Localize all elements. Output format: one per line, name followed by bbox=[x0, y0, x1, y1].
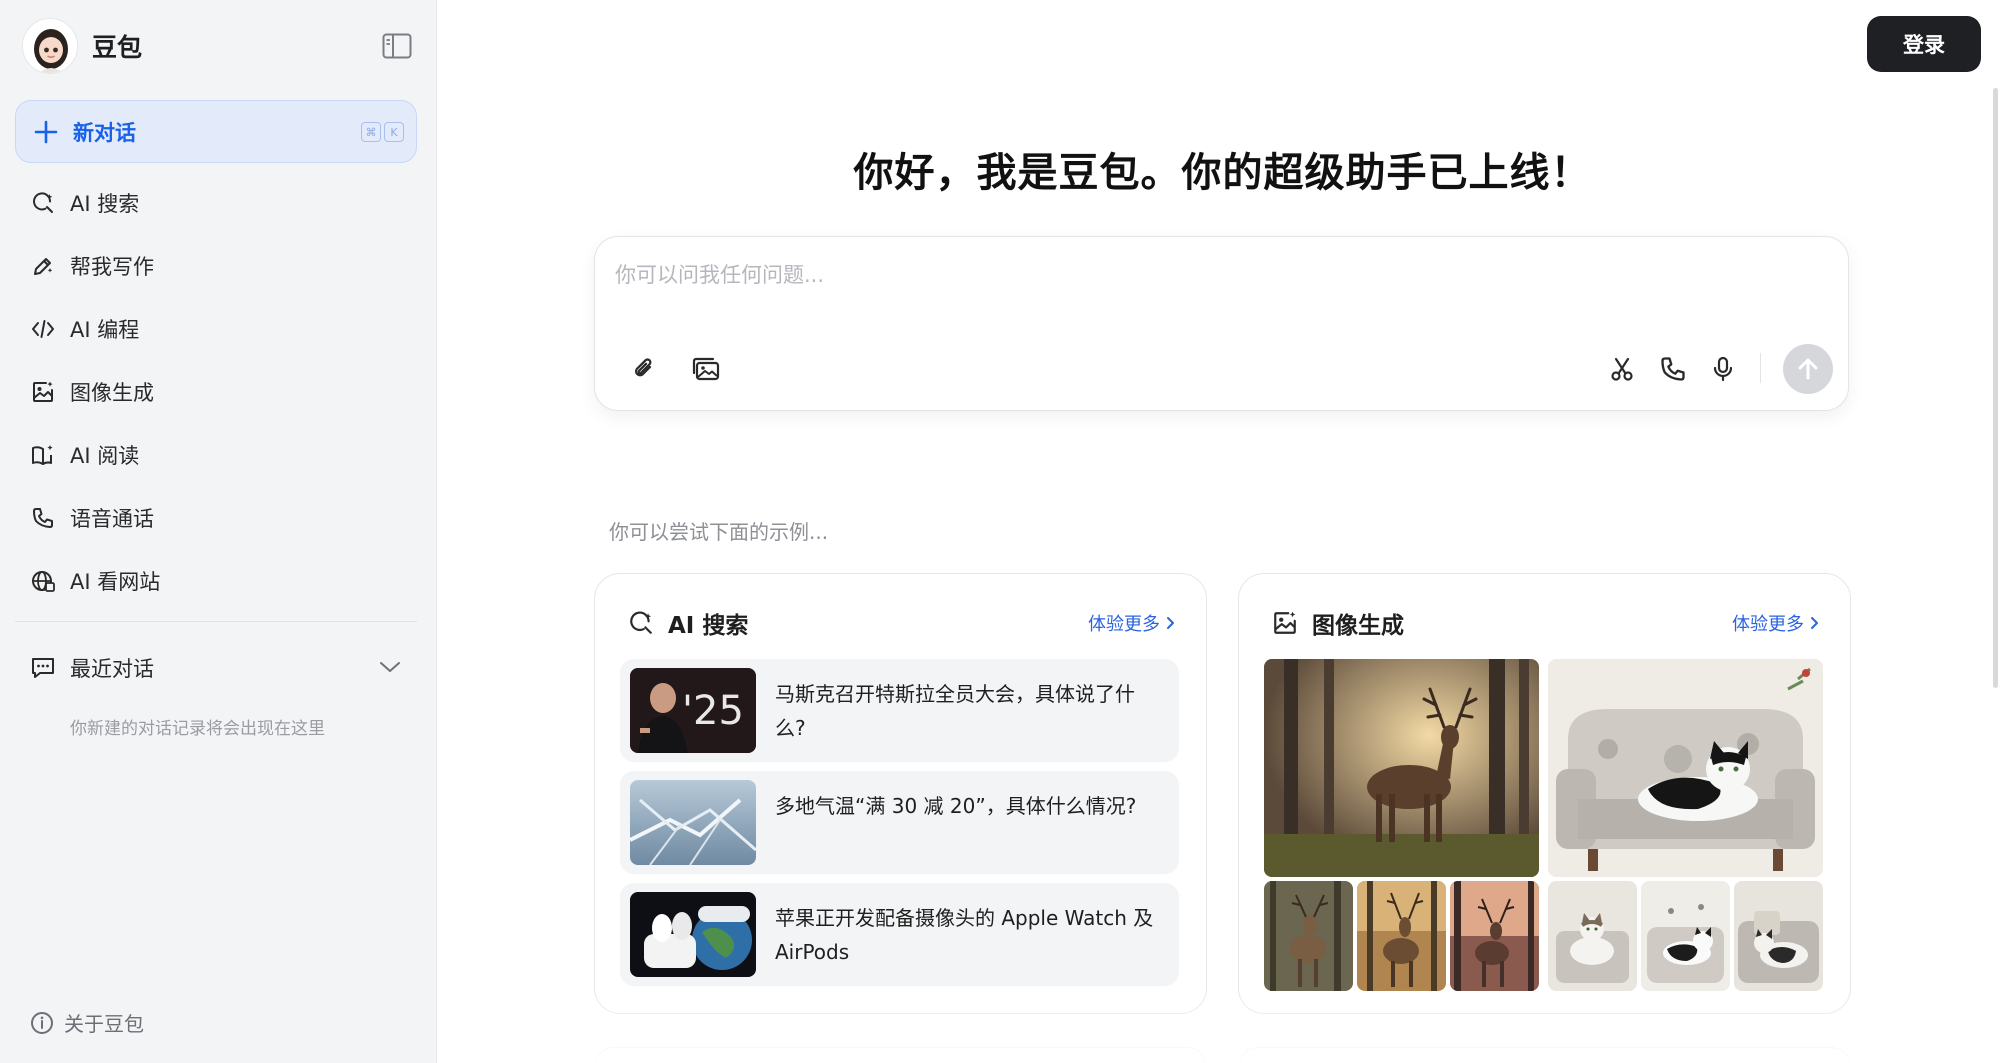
sidebar-item-coding[interactable]: AI 编程 bbox=[15, 297, 417, 360]
example-question-text: 苹果正开发配备摄像头的 Apple Watch 及 AirPods bbox=[775, 906, 1154, 964]
chat-composer bbox=[594, 236, 1849, 411]
microphone-icon[interactable] bbox=[1706, 352, 1740, 386]
generated-image-deer[interactable] bbox=[1264, 659, 1539, 877]
recent-chats-empty-text: 你新建的对话记录将会出现在这里 bbox=[70, 719, 325, 739]
new-chat-label: 新对话 bbox=[73, 120, 136, 145]
plus-icon bbox=[34, 120, 58, 143]
arrow-up-icon bbox=[1798, 358, 1818, 380]
sidebar-divider bbox=[15, 621, 417, 622]
recent-chats-label: 最近对话 bbox=[70, 656, 154, 681]
chevron-down-icon bbox=[380, 662, 400, 672]
generated-image-cat-variant[interactable] bbox=[1641, 881, 1730, 991]
example-question[interactable]: 苹果正开发配备摄像头的 Apple Watch 及 AirPods bbox=[620, 883, 1179, 986]
scissors-icon[interactable] bbox=[1605, 352, 1639, 386]
info-icon bbox=[31, 1011, 53, 1034]
try-more-link[interactable]: 体验更多 bbox=[1088, 610, 1176, 636]
attach-file-icon[interactable] bbox=[627, 352, 661, 386]
try-more-label: 体验更多 bbox=[1732, 614, 1804, 635]
sidebar-item-label: AI 编程 bbox=[70, 317, 140, 342]
ai-search-icon bbox=[630, 611, 652, 634]
image-gen-icon bbox=[1274, 611, 1296, 634]
examples-hint: 你可以尝试下面的示例... bbox=[609, 520, 829, 544]
page-title: 你好，我是豆包。你的超级助手已上线！ bbox=[853, 150, 1592, 196]
example-question[interactable]: 多地气温“满 30 减 20”，具体什么情况? bbox=[620, 771, 1179, 874]
reading-book-icon bbox=[30, 442, 56, 468]
example-question-text: 多地气温“满 30 减 20”，具体什么情况? bbox=[775, 794, 1137, 818]
new-chat-button[interactable]: 新对话 ⌘ K bbox=[15, 100, 417, 163]
generated-image-deer-variant[interactable] bbox=[1450, 881, 1539, 991]
brand-name: 豆包 bbox=[92, 33, 143, 62]
sidebar: 豆包 新对话 ⌘ K AI 搜索 帮我写作 AI 编程 图像生成 AI 阅读 语… bbox=[0, 0, 437, 1063]
sidebar-item-label: 帮我写作 bbox=[70, 254, 154, 279]
voice-call-icon[interactable] bbox=[1656, 352, 1690, 386]
sidebar-item-writing[interactable]: 帮我写作 bbox=[15, 234, 417, 297]
sidebar-item-label: AI 搜索 bbox=[70, 191, 140, 216]
generated-image-cat-variant[interactable] bbox=[1548, 881, 1637, 991]
news-thumbnail bbox=[630, 892, 756, 977]
shortcut-key: K bbox=[384, 122, 404, 142]
sidebar-item-label: AI 看网站 bbox=[70, 569, 161, 594]
chevron-right-icon bbox=[1167, 617, 1174, 629]
scrollbar[interactable] bbox=[1993, 88, 1998, 688]
sidebar-nav: AI 搜索 帮我写作 AI 编程 图像生成 AI 阅读 语音通话 AI 看网站 bbox=[15, 171, 417, 612]
chat-bubble-icon bbox=[32, 657, 54, 678]
writing-pen-icon bbox=[30, 253, 56, 279]
news-thumbnail: '25 bbox=[630, 668, 756, 753]
example-question[interactable]: '25 马斯克召开特斯拉全员大会，具体说了什么? bbox=[620, 659, 1179, 762]
generated-image-deer-variant[interactable] bbox=[1357, 881, 1446, 991]
login-button[interactable]: 登录 bbox=[1867, 16, 1981, 72]
sidebar-item-ai-search[interactable]: AI 搜索 bbox=[15, 171, 417, 234]
news-thumbnail bbox=[630, 780, 756, 865]
send-button[interactable] bbox=[1783, 344, 1833, 394]
card-header: AI 搜索 bbox=[628, 606, 748, 640]
image-upload-icon[interactable] bbox=[689, 352, 723, 386]
brand[interactable]: 豆包 bbox=[22, 18, 142, 74]
sidebar-item-reading[interactable]: AI 阅读 bbox=[15, 423, 417, 486]
doubao-avatar bbox=[22, 18, 78, 74]
sidebar-item-label: AI 阅读 bbox=[70, 443, 140, 468]
phone-icon bbox=[30, 505, 56, 531]
example-card-peek bbox=[594, 1047, 1207, 1063]
card-title: AI 搜索 bbox=[668, 613, 749, 639]
thumb-overlay-text: '25 bbox=[682, 688, 744, 734]
sidebar-item-label: 图像生成 bbox=[70, 380, 154, 405]
generated-image-cat[interactable] bbox=[1548, 659, 1823, 877]
shortcut-key: ⌘ bbox=[361, 122, 381, 142]
code-icon bbox=[30, 316, 56, 342]
recent-chats-toggle[interactable]: 最近对话 bbox=[15, 636, 417, 699]
try-more-label: 体验更多 bbox=[1088, 614, 1160, 635]
sidebar-item-voice-call[interactable]: 语音通话 bbox=[15, 486, 417, 549]
image-gen-icon bbox=[30, 379, 56, 405]
sidebar-toggle-icon[interactable] bbox=[382, 33, 412, 59]
example-card-image-gen: 图像生成 体验更多 bbox=[1238, 573, 1851, 1014]
chat-input[interactable] bbox=[615, 255, 1815, 295]
generated-image-cat-variant[interactable] bbox=[1734, 881, 1823, 991]
example-question-text: 马斯克召开特斯拉全员大会，具体说了什么? bbox=[775, 682, 1135, 740]
card-header: 图像生成 bbox=[1272, 606, 1404, 640]
about-label: 关于豆包 bbox=[64, 1012, 144, 1036]
sidebar-item-image-gen[interactable]: 图像生成 bbox=[15, 360, 417, 423]
about-link[interactable]: 关于豆包 bbox=[30, 1008, 144, 1037]
ai-search-icon bbox=[30, 190, 56, 216]
sidebar-item-browse-web[interactable]: AI 看网站 bbox=[15, 549, 417, 612]
generated-image-deer-variant[interactable] bbox=[1264, 881, 1353, 991]
sidebar-item-label: 语音通话 bbox=[70, 506, 154, 531]
card-title: 图像生成 bbox=[1312, 613, 1404, 639]
new-chat-shortcut: ⌘ K bbox=[361, 122, 404, 142]
chevron-right-icon bbox=[1811, 617, 1818, 629]
example-card-peek bbox=[1238, 1047, 1851, 1063]
globe-icon bbox=[30, 568, 56, 594]
example-card-ai-search: AI 搜索 体验更多 '25 马斯克召开特斯拉全员大会，具体说了什么? 多地气温… bbox=[594, 573, 1207, 1014]
composer-divider bbox=[1760, 353, 1761, 383]
try-more-link[interactable]: 体验更多 bbox=[1732, 610, 1820, 636]
